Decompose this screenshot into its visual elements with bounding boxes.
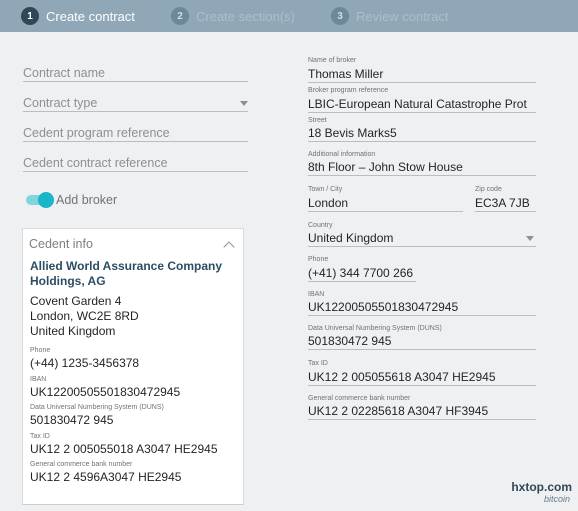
broker-program-label: Broker program reference [308, 87, 389, 94]
broker-bank-underline [308, 419, 536, 420]
broker-duns-underline [308, 349, 536, 350]
cedent-info-title: Cedent info [29, 237, 93, 251]
broker-tax-input[interactable]: UK12 2 005055618 A3047 HE2945 [308, 370, 496, 384]
city-label: Town / City [308, 186, 343, 193]
add-broker-label: Add broker [56, 193, 118, 207]
country-select[interactable]: United Kingdom [308, 231, 393, 245]
step-number-badge: 3 [331, 7, 349, 25]
cedent-tax-label: Tax ID [30, 433, 50, 440]
cedent-bank-number: UK12 2 4596A3047 HE2945 [30, 470, 182, 484]
additional-info-label: Additional information [308, 151, 376, 158]
broker-phone-input[interactable]: (+41) 344 7700 266 [308, 266, 413, 280]
cedent-contract-reference-placeholder: Cedent contract reference [23, 156, 168, 170]
contract-type-placeholder: Contract type [23, 96, 98, 110]
add-broker-toggle[interactable] [26, 192, 54, 208]
step-label: Create section(s) [196, 8, 295, 24]
contract-type-select[interactable]: Contract type [23, 96, 248, 112]
step-label: Review contract [356, 8, 449, 24]
chevron-up-icon[interactable] [223, 241, 235, 253]
country-label: Country [308, 222, 333, 229]
step-label: Create contract [46, 8, 135, 24]
cedent-phone: (+44) 1235-3456378 [30, 356, 140, 370]
cedent-program-reference-placeholder: Cedent program reference [23, 126, 170, 140]
broker-name-input[interactable]: Thomas Miller [308, 67, 383, 81]
broker-program-input[interactable]: LBIC-European Natural Catastrophe Prot [308, 97, 527, 111]
street-input[interactable]: 18 Bevis Marks5 [308, 126, 397, 140]
cedent-phone-label: Phone [30, 347, 51, 354]
broker-program-underline [308, 112, 536, 113]
cedent-address-line1: Covent Garden 4 [30, 294, 122, 308]
zip-code-label: Zip code [475, 186, 502, 193]
cedent-info-card: Cedent info Allied World Assurance Compa… [22, 228, 244, 505]
cedent-address-line2: London, WC2E 8RD [30, 309, 139, 323]
broker-iban-underline [308, 315, 536, 316]
broker-bank-label: General commerce bank number [308, 395, 411, 402]
contract-name-placeholder: Contract name [23, 66, 105, 80]
broker-name-label: Name of broker [308, 57, 357, 64]
contract-name-input[interactable]: Contract name [23, 66, 248, 82]
street-underline [308, 141, 536, 142]
broker-duns-label: Data Universal Numbering System (DUNS) [308, 325, 442, 332]
broker-bank-input[interactable]: UK12 2 02285618 A3047 HF3945 [308, 404, 488, 418]
toggle-knob [38, 192, 54, 208]
broker-phone-underline [308, 281, 416, 282]
city-underline [308, 211, 463, 212]
step-number-badge: 2 [171, 7, 189, 25]
broker-iban-input[interactable]: UK12200505501830472945 [308, 300, 458, 314]
cedent-company-name: Allied World Assurance Company Holdings,… [30, 259, 223, 288]
chevron-down-icon [240, 101, 248, 106]
broker-phone-label: Phone [308, 256, 329, 263]
cedent-program-reference-input[interactable]: Cedent program reference [23, 126, 248, 142]
step-create-contract[interactable]: 1 Create contract [21, 0, 135, 32]
cedent-bank-label: General commerce bank number [30, 461, 133, 468]
cedent-duns: 501830472 945 [30, 413, 114, 427]
additional-info-underline [308, 175, 536, 176]
additional-info-input[interactable]: 8th Floor – John Stow House [308, 160, 463, 174]
street-label: Street [308, 117, 327, 124]
zip-code-underline [475, 211, 536, 212]
step-number-badge: 1 [21, 7, 39, 25]
city-input[interactable]: London [308, 196, 348, 210]
cedent-contract-reference-input[interactable]: Cedent contract reference [23, 156, 248, 172]
step-review-contract[interactable]: 3 Review contract [331, 0, 448, 32]
broker-name-underline [308, 82, 536, 83]
cedent-duns-label: Data Universal Numbering System (DUNS) [30, 404, 164, 411]
step-create-sections[interactable]: 2 Create section(s) [171, 0, 295, 32]
broker-tax-underline [308, 385, 536, 386]
stepper-header: 1 Create contract 2 Create section(s) 3 … [0, 0, 578, 32]
broker-iban-label: IBAN [308, 291, 325, 298]
broker-tax-label: Tax ID [308, 360, 328, 367]
cedent-iban-label: IBAN [30, 376, 47, 383]
zip-code-input[interactable]: EC3A 7JB [475, 196, 530, 210]
country-underline [308, 246, 536, 247]
watermark-sub: bitcoin [543, 494, 570, 504]
cedent-address-line3: United Kingdom [30, 324, 116, 338]
cedent-tax-id: UK12 2 005055018 A3047 HE2945 [30, 442, 218, 456]
cedent-iban: UK12200505501830472945 [30, 385, 181, 399]
broker-duns-input[interactable]: 501830472 945 [308, 334, 391, 348]
chevron-down-icon[interactable] [526, 236, 534, 241]
watermark-logo: hxtop.com [511, 480, 572, 494]
